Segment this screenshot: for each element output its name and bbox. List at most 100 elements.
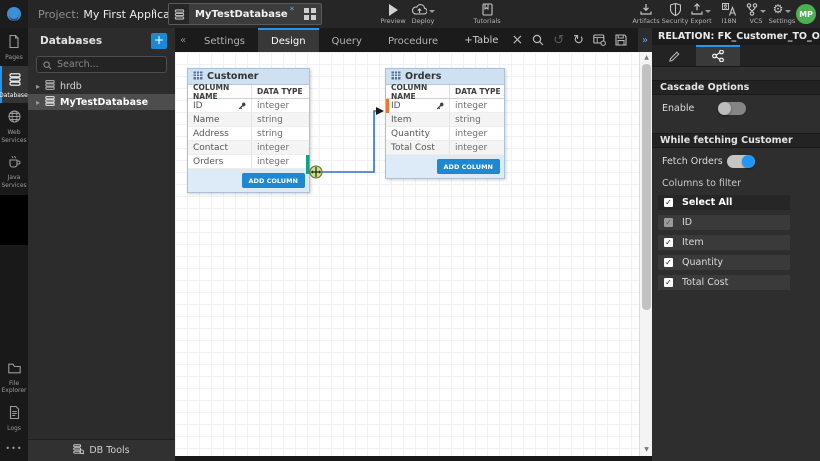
workspace-tab-mytestdatabase[interactable]: MyTestDatabase * [168, 3, 322, 25]
column-type: integer [251, 141, 309, 154]
add-column-button[interactable]: ADD COLUMN [242, 173, 305, 188]
wavemaker-studio-app: Project: My First Application › MyTestDa… [0, 0, 820, 461]
app-logo[interactable] [0, 0, 28, 28]
settings-button[interactable]: ⚙ Settings [765, 3, 799, 25]
tutorials-button[interactable]: Tutorials [470, 3, 504, 25]
checkbox-checked-icon[interactable]: ✓ [664, 238, 673, 247]
relation-properties-panel: RELATION: FK_Customer_TO_Orders_O... Cas… [652, 28, 820, 461]
column-name: Quantity [391, 129, 430, 139]
fetch-orders-row: Fetch Orders [652, 148, 820, 174]
er-row-id[interactable]: ID integer [386, 99, 504, 113]
user-avatar[interactable]: MP [796, 4, 816, 24]
enable-row: Enable [652, 95, 820, 121]
scroll-up-icon[interactable]: ▲ [640, 52, 652, 64]
sidebar-item-file-explorer[interactable]: File Explorer [0, 354, 28, 399]
er-row-quantity[interactable]: Quantity integer [386, 127, 504, 141]
enable-toggle[interactable] [718, 102, 746, 115]
action-label: Tutorials [473, 17, 500, 25]
table-icon [391, 71, 401, 83]
filter-row-item[interactable]: ✓ Item [658, 235, 790, 250]
download-icon [640, 3, 652, 16]
tab-procedure[interactable]: Procedure [375, 28, 451, 52]
add-column-button[interactable]: ADD COLUMN [437, 159, 500, 174]
collapse-panel-icon[interactable]: « [175, 28, 191, 52]
column-type: integer [449, 99, 504, 112]
play-icon [388, 3, 399, 16]
er-table-footer: ADD COLUMN [386, 155, 504, 178]
update-database-icon[interactable] [593, 34, 606, 46]
fetch-orders-label: Fetch Orders [662, 156, 723, 167]
sidebar-item-pages[interactable]: Pages [0, 28, 28, 66]
grid-view-icon[interactable] [304, 8, 316, 20]
databases-panel: Databases + ▸ hrdb ▸ MyTestDatabase DB T… [28, 28, 175, 461]
er-row-item[interactable]: Item string [386, 113, 504, 127]
topbar: Project: My First Application › MyTestDa… [0, 0, 820, 28]
relation-arrowhead [376, 107, 384, 115]
left-icon-sidebar: Pages Databases Web Services Java Servic… [0, 28, 28, 461]
tree-item-mytestdatabase[interactable]: ▸ MyTestDatabase [28, 94, 175, 110]
tree-item-hrdb[interactable]: ▸ hrdb [28, 79, 175, 94]
delete-icon[interactable]: × [511, 33, 523, 47]
sidebar-item-label: File Explorer [0, 380, 28, 395]
caret-right-icon[interactable]: ▸ [36, 82, 40, 91]
sidebar-item-databases[interactable]: Databases [0, 66, 28, 104]
er-table-orders[interactable]: Orders COLUMN NAME DATA TYPE ID integer … [385, 68, 505, 179]
cascade-options-section: Cascade Options [652, 80, 820, 95]
sidebar-item-label: Web Services [0, 129, 28, 144]
coffee-icon [8, 153, 21, 172]
er-table-customer[interactable]: Customer COLUMN NAME DATA TYPE ID intege… [187, 68, 310, 193]
search-icon[interactable] [532, 34, 544, 46]
search-input[interactable] [57, 59, 157, 70]
er-row-id[interactable]: ID integer [188, 99, 309, 113]
er-row-total-cost[interactable]: Total Cost integer [386, 141, 504, 155]
filter-row-id[interactable]: ✓ ID [658, 215, 790, 230]
scroll-down-icon[interactable]: ▼ [640, 444, 652, 456]
preview-button[interactable]: Preview [376, 3, 410, 25]
filter-row-quantity[interactable]: ✓ Quantity [658, 255, 790, 270]
design-tabbar: « Settings Design Query Procedure +Table… [175, 28, 652, 52]
er-row-name[interactable]: Name string [188, 113, 309, 127]
log-file-icon [9, 404, 20, 423]
tab-query[interactable]: Query [319, 28, 375, 52]
sidebar-item-logs[interactable]: Logs [0, 399, 28, 437]
er-diagram-canvas[interactable]: Customer COLUMN NAME DATA TYPE ID intege… [175, 52, 652, 456]
sidebar-item-web-services[interactable]: Web Services [0, 103, 28, 148]
filter-label: Item [682, 237, 704, 248]
relation-drag-handle[interactable] [310, 166, 322, 178]
databases-panel-header: Databases + [28, 28, 175, 54]
tab-design[interactable]: Design [258, 28, 319, 52]
filter-row-select-all[interactable]: ✓ Select All [658, 195, 790, 210]
fetch-toggle[interactable] [727, 155, 755, 168]
add-table-button[interactable]: +Table [464, 35, 498, 46]
er-row-address[interactable]: Address string [188, 127, 309, 141]
er-row-orders[interactable]: Orders integer [188, 155, 309, 169]
er-row-contact[interactable]: Contact integer [188, 141, 309, 155]
scrollbar-thumb[interactable] [642, 64, 651, 310]
expand-right-panel-icon[interactable]: » [638, 28, 652, 52]
save-icon[interactable] [615, 34, 627, 46]
filter-row-total-cost[interactable]: ✓ Total Cost [658, 275, 790, 290]
sidebar-item-java-services[interactable]: Java Services [0, 148, 28, 193]
action-label: Settings [769, 17, 796, 25]
page-icon [8, 33, 20, 52]
redo-icon[interactable]: ↻ [573, 34, 584, 47]
action-label: I18N [721, 17, 736, 25]
database-search[interactable] [36, 56, 167, 73]
er-column-headers: COLUMN NAME DATA TYPE [386, 85, 504, 99]
tab-edit-relation[interactable] [652, 45, 696, 66]
checkbox-checked-icon[interactable]: ✓ [664, 258, 673, 267]
tab-settings[interactable]: Settings [191, 28, 258, 52]
tab-relation-fetch[interactable] [696, 45, 740, 66]
filter-label: Quantity [682, 257, 723, 268]
sidebar-item-label: Logs [7, 425, 21, 433]
caret-right-icon[interactable]: ▸ [36, 98, 40, 107]
canvas-scrollbar[interactable]: ▲ ▼ [639, 52, 652, 456]
deploy-button[interactable]: Deploy [406, 3, 440, 25]
checkbox-checked-icon[interactable]: ✓ [664, 198, 673, 207]
undo-icon[interactable]: ↺ [553, 34, 564, 47]
more-options-icon[interactable]: ••• [5, 444, 22, 453]
checkbox-checked-icon[interactable]: ✓ [664, 278, 673, 287]
wavemaker-logo-icon [6, 6, 22, 22]
add-database-button[interactable]: + [151, 33, 167, 49]
db-tools-button[interactable]: DB Tools [28, 439, 175, 461]
